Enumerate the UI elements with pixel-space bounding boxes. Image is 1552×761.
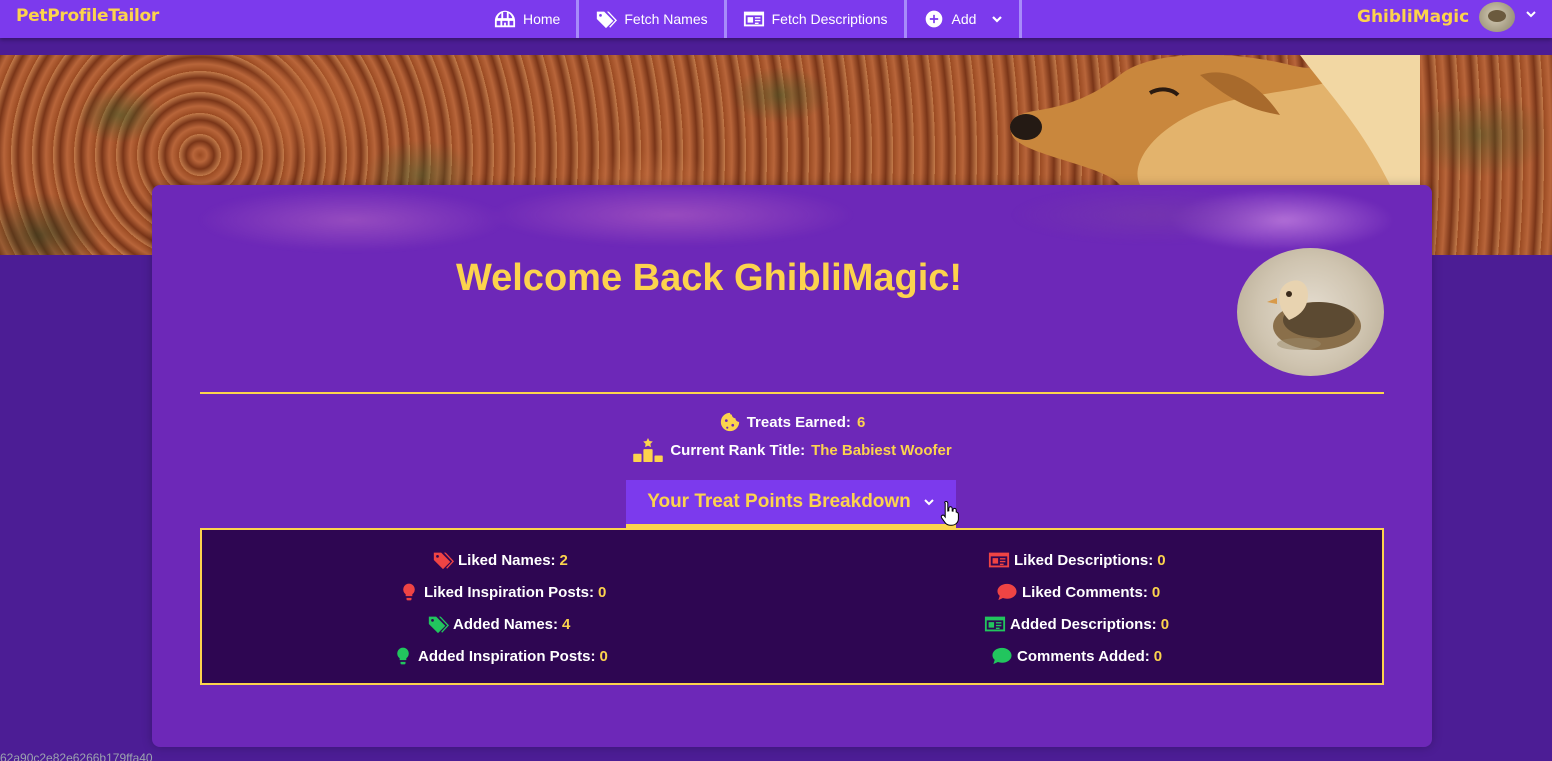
page-title: Welcome Back GhibliMagic! — [455, 257, 963, 299]
added-names-value: 4 — [562, 615, 571, 633]
comment-icon — [992, 647, 1012, 665]
liked-comments: Liked Comments: 0 — [996, 580, 1160, 604]
comment-icon — [997, 583, 1017, 601]
chevron-down-icon — [924, 499, 934, 506]
added-descriptions-label: Added Descriptions: — [1010, 615, 1157, 633]
nav-fetch-descriptions-label: Fetch Descriptions — [771, 11, 888, 27]
plus-circle-icon — [925, 10, 942, 28]
profile-avatar — [1237, 248, 1384, 376]
tags-icon — [597, 11, 618, 29]
nav-home[interactable]: Home — [478, 0, 580, 38]
current-rank: Current Rank Title: The Babiest Woofer — [152, 438, 1432, 462]
added-descriptions: Added Descriptions: 0 — [984, 612, 1169, 636]
nav-fetch-descriptions[interactable]: Fetch Descriptions — [727, 0, 907, 38]
rank-label: Current Rank Title: — [670, 441, 806, 459]
tags-icon — [428, 616, 449, 634]
added-inspiration-posts-label: Added Inspiration Posts: — [418, 647, 596, 665]
liked-descriptions-label: Liked Descriptions: — [1014, 551, 1154, 569]
nav-fetch-names[interactable]: Fetch Names — [579, 0, 727, 38]
added-descriptions-value: 0 — [1160, 615, 1170, 633]
nav-add-dropdown[interactable]: Add — [907, 0, 1023, 38]
chevron-down-icon — [1526, 11, 1536, 18]
cookie-icon — [720, 412, 739, 432]
id-card-icon — [984, 616, 1006, 632]
liked-names-label: Liked Names: — [458, 551, 556, 569]
turtle-duck-illustration — [1267, 280, 1361, 350]
divider — [200, 392, 1384, 394]
treat-breakdown-panel: Liked Names: 2 Liked Inspiration Posts: … — [200, 528, 1384, 685]
comments-added: Comments Added: 0 — [991, 644, 1162, 668]
liked-inspiration-posts: Liked Inspiration Posts: 0 — [398, 580, 606, 604]
added-inspiration-posts: Added Inspiration Posts: 0 — [392, 644, 608, 668]
lightbulb-icon — [397, 647, 409, 665]
object-id-text: 62a90c2e82e6266b179ffa40 — [0, 751, 153, 761]
nav-menu: Home Fetch Names Fetch Descriptions Add — [478, 0, 1023, 38]
id-card-icon — [743, 11, 764, 27]
liked-comments-label: Liked Comments: — [1022, 583, 1148, 601]
card-header-glow — [152, 185, 1432, 255]
rank-value: The Babiest Woofer — [811, 441, 952, 459]
top-navbar: PetProfileTailor Home Fetch Names Fetch … — [0, 0, 1552, 38]
nav-home-label: Home — [523, 11, 561, 27]
treats-value: 6 — [856, 413, 866, 431]
added-inspiration-posts-value: 0 — [599, 647, 608, 665]
treat-breakdown-toggle[interactable]: Your Treat Points Breakdown — [626, 480, 956, 528]
id-card-icon — [988, 552, 1010, 568]
liked-descriptions-value: 0 — [1157, 551, 1166, 569]
liked-names: Liked Names: 2 — [432, 548, 568, 572]
nav-spacer — [0, 38, 1552, 55]
nav-add-label: Add — [951, 11, 977, 27]
liked-inspiration-posts-value: 0 — [598, 583, 607, 601]
liked-descriptions: Liked Descriptions: 0 — [988, 548, 1166, 572]
user-name: GhibliMagic — [1357, 7, 1470, 27]
ranking-star-icon — [633, 438, 664, 462]
nav-fetch-names-label: Fetch Names — [624, 11, 708, 27]
breakdown-button-label: Your Treat Points Breakdown — [647, 491, 911, 512]
liked-inspiration-posts-label: Liked Inspiration Posts: — [424, 583, 595, 601]
lightbulb-icon — [403, 583, 415, 601]
user-menu[interactable]: GhibliMagic — [1357, 0, 1537, 34]
treats-earned: Treats Earned: 6 — [152, 411, 1432, 433]
liked-names-value: 2 — [559, 551, 568, 569]
dog-photo — [1010, 55, 1420, 185]
tags-icon — [433, 552, 454, 570]
profile-card: Welcome Back GhibliMagic! Treats Earned:… — [152, 185, 1432, 747]
comments-added-label: Comments Added: — [1017, 647, 1150, 665]
comments-added-value: 0 — [1153, 647, 1163, 665]
avatar — [1479, 2, 1516, 32]
igloo-icon — [494, 10, 516, 28]
brand-logo[interactable]: PetProfileTailor — [16, 6, 159, 26]
treats-label: Treats Earned: — [746, 413, 851, 431]
added-names-label: Added Names: — [453, 615, 559, 633]
liked-comments-value: 0 — [1151, 583, 1161, 601]
chevron-down-icon — [992, 16, 1003, 23]
added-names: Added Names: 4 — [427, 612, 570, 636]
hand-pointer-icon — [940, 500, 959, 526]
